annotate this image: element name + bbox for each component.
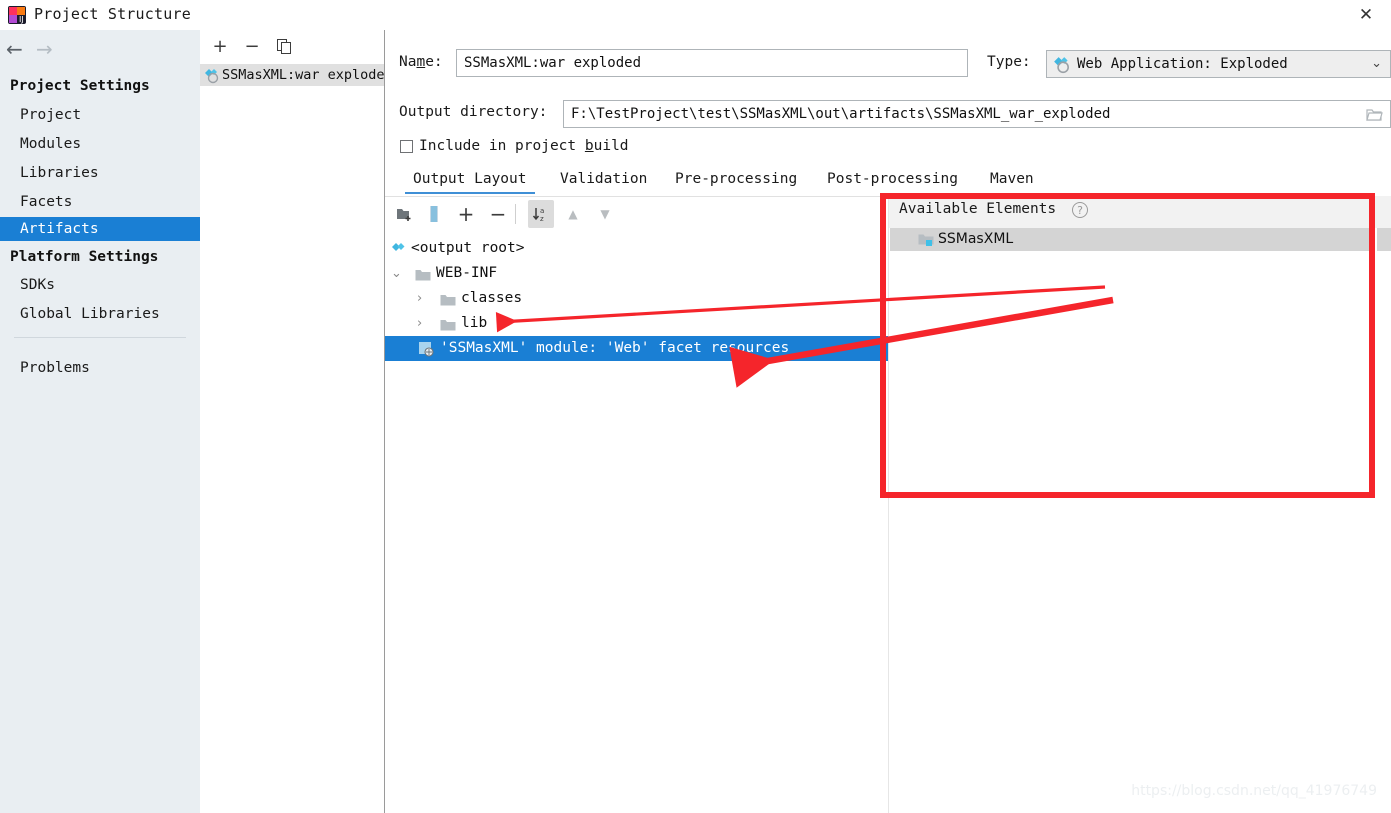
svg-text:IJ: IJ [19, 15, 24, 24]
name-label: Name: [399, 54, 443, 70]
sidebar-item-artifacts[interactable]: Artifacts [0, 217, 200, 241]
artifact-list-panel: + − SSMasXML:war exploded [200, 30, 385, 813]
chevron-right-icon[interactable]: › [417, 286, 422, 311]
module-folder-icon [918, 232, 934, 248]
tree-row-label: <output root> [411, 240, 525, 256]
tab-output-layout[interactable]: Output Layout [405, 168, 534, 194]
copy-artifact-button[interactable] [272, 34, 296, 58]
sidebar-item-facets[interactable]: Facets [0, 190, 200, 214]
sidebar-item-sdks[interactable]: SDKs [0, 273, 200, 297]
include-in-project-build-checkbox[interactable]: Include in project build [400, 138, 629, 154]
tab-post-processing[interactable]: Post-processing [827, 168, 958, 190]
chevron-down-icon[interactable]: ⌄ [391, 261, 402, 286]
output-directory-input[interactable]: F:\TestProject\test\SSMasXML\out\artifac… [563, 100, 1391, 128]
artifact-icon [1053, 56, 1071, 74]
checkbox-box-icon [400, 140, 413, 153]
artifact-list-item[interactable]: SSMasXML:war exploded [200, 64, 384, 86]
tab-pre-processing[interactable]: Pre-processing [675, 168, 797, 190]
artifact-icon [391, 241, 407, 257]
add-archive-button[interactable] [421, 200, 447, 228]
folder-icon [440, 291, 456, 307]
tree-row[interactable]: 'SSMasXML' module: 'Web' facet resources [385, 336, 890, 361]
artifact-list-item-label: SSMasXML:war exploded [222, 67, 384, 83]
sidebar: ← → Project Settings Project Modules Lib… [0, 30, 200, 813]
move-up-button[interactable]: ▲ [560, 200, 586, 228]
available-elements-header: Available Elements ? [889, 196, 1391, 228]
forward-arrow-icon[interactable]: → [36, 38, 53, 60]
editor-tabs: Output Layout Validation Pre-processing … [385, 168, 1391, 196]
available-elements-scrollbar[interactable] [1377, 228, 1391, 251]
facet-resources-icon [418, 341, 434, 357]
svg-text:a: a [540, 207, 544, 215]
remove-element-button[interactable]: − [485, 200, 511, 228]
sidebar-nav-arrows: ← → [0, 38, 200, 66]
move-down-button[interactable]: ▼ [592, 200, 618, 228]
tree-row-label: 'SSMasXML' module: 'Web' facet resources [440, 340, 790, 356]
chevron-right-icon[interactable]: › [417, 311, 422, 336]
add-artifact-button[interactable]: + [208, 34, 232, 58]
sidebar-item-problems[interactable]: Problems [0, 356, 200, 380]
tree-row-label: lib [461, 315, 488, 331]
output-directory-label: Output directory: [399, 104, 548, 120]
tab-maven[interactable]: Maven [990, 168, 1034, 190]
title-bar: IJ Project Structure ✕ [0, 0, 1391, 31]
folder-open-icon[interactable] [1361, 101, 1387, 127]
window-title: Project Structure [34, 5, 191, 23]
intellij-idea-icon: IJ [8, 6, 26, 24]
type-label: Type: [987, 54, 1031, 70]
available-elements-title: Available Elements [899, 201, 1057, 217]
available-elements-item[interactable]: SSMasXML [890, 228, 1375, 251]
svg-text:z: z [540, 215, 544, 223]
tree-row[interactable]: ⌄ WEB-INF [385, 261, 890, 286]
watermark: https://blog.csdn.net/qq_41976749 [1131, 783, 1377, 799]
artifact-icon [204, 68, 220, 84]
artifact-editor: Name: SSMasXML:war exploded Type: Web Ap… [385, 30, 1391, 813]
group-project-settings: Project Settings [10, 78, 150, 94]
sidebar-item-libraries[interactable]: Libraries [0, 161, 200, 185]
add-element-button[interactable]: + [453, 200, 479, 228]
type-combobox[interactable]: Web Application: Exploded ⌄ [1046, 50, 1391, 78]
folder-icon [440, 316, 456, 332]
sidebar-divider [14, 337, 186, 338]
sort-alphabetically-button[interactable]: a z [528, 200, 554, 228]
include-in-project-build-label: Include in project build [419, 138, 629, 154]
output-layout-toolbar: + − a z ▲ ▼ [385, 200, 885, 230]
help-icon[interactable]: ? [1072, 202, 1088, 218]
name-input[interactable]: SSMasXML:war exploded [456, 49, 968, 77]
sidebar-item-project[interactable]: Project [0, 103, 200, 127]
tab-validation[interactable]: Validation [560, 168, 647, 190]
tree-row-label: classes [461, 290, 523, 306]
available-elements-panel: Available Elements ? SSMasXML [888, 196, 1391, 813]
folder-icon [415, 266, 431, 282]
tree-row[interactable]: › classes [385, 286, 890, 311]
close-icon[interactable]: ✕ [1349, 3, 1383, 27]
artifact-list-toolbar: + − [200, 30, 384, 62]
back-arrow-icon[interactable]: ← [6, 38, 23, 60]
remove-artifact-button[interactable]: − [240, 34, 264, 58]
project-structure-dialog: IJ Project Structure ✕ ← → Project Setti… [0, 0, 1391, 813]
available-elements-item-label: SSMasXML [938, 231, 1014, 247]
toolbar-separator [515, 204, 516, 224]
tree-row[interactable]: <output root> [385, 236, 890, 261]
chevron-down-icon[interactable]: ⌄ [1371, 51, 1382, 77]
add-directory-button[interactable] [391, 200, 417, 228]
tree-row[interactable]: › lib [385, 311, 890, 336]
tree-row-label: WEB-INF [436, 265, 498, 281]
group-platform-settings: Platform Settings [10, 249, 159, 265]
sidebar-item-global-libraries[interactable]: Global Libraries [0, 302, 200, 326]
sidebar-item-modules[interactable]: Modules [0, 132, 200, 156]
type-combobox-value: Web Application: Exploded [1077, 56, 1288, 72]
output-layout-tree: <output root> ⌄ WEB-INF › classes › lib … [385, 236, 890, 366]
